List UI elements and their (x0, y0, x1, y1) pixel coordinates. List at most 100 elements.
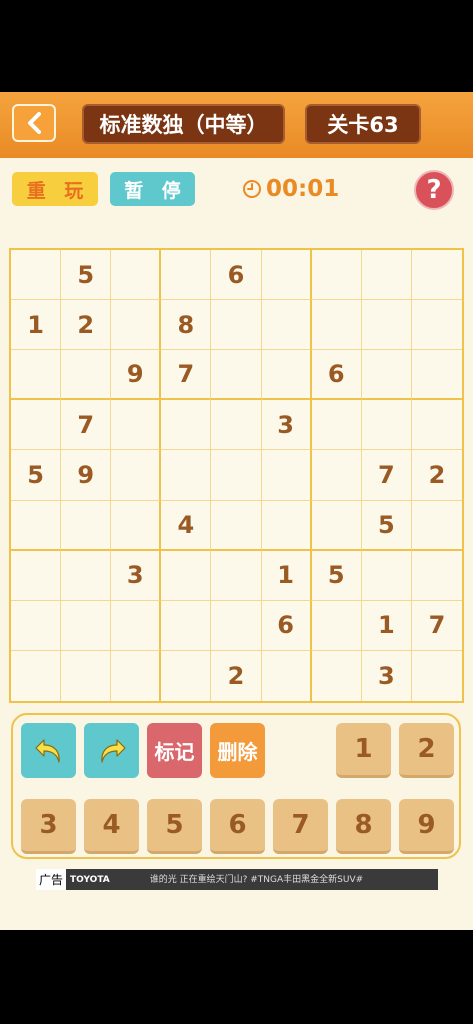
board-cell[interactable]: 2 (61, 300, 112, 351)
board-cell[interactable]: 6 (211, 250, 262, 301)
board-cell[interactable] (261, 450, 312, 501)
board-cell[interactable] (411, 501, 462, 551)
board-cell[interactable] (111, 450, 162, 501)
board-cell[interactable] (61, 350, 112, 401)
board-cell[interactable] (261, 350, 312, 401)
board-cell[interactable] (11, 250, 62, 301)
board-cell[interactable]: 5 (61, 250, 112, 301)
board-cell[interactable]: 6 (311, 350, 362, 401)
board-cell[interactable] (111, 600, 162, 651)
board-cell[interactable] (111, 400, 162, 451)
board-cell[interactable] (61, 500, 112, 551)
board-cell[interactable]: 7 (361, 450, 412, 501)
number-button-6[interactable]: 6 (210, 799, 265, 854)
board-cell[interactable] (111, 500, 162, 551)
board-cell[interactable] (311, 300, 362, 351)
board-cell[interactable] (311, 250, 362, 301)
board-cell[interactable] (161, 450, 212, 501)
board-cell[interactable] (411, 400, 462, 451)
board-cell[interactable] (211, 450, 262, 501)
board-cell[interactable] (262, 650, 312, 701)
number-button-3[interactable]: 3 (21, 799, 76, 854)
board-cell[interactable] (61, 550, 112, 601)
board-cell[interactable] (361, 300, 412, 351)
board-cell[interactable] (161, 250, 212, 301)
board-cell[interactable]: 7 (411, 601, 462, 651)
board-cell[interactable]: 1 (261, 550, 312, 601)
delete-button[interactable]: 删除 (210, 723, 265, 778)
board-cell[interactable]: 6 (261, 600, 312, 651)
board-cell[interactable] (211, 350, 262, 401)
board-cell[interactable] (261, 250, 312, 301)
board-cell[interactable]: 5 (361, 500, 412, 551)
board-cell[interactable] (312, 650, 362, 701)
board-cell[interactable] (311, 500, 362, 551)
board-cell[interactable] (411, 300, 462, 351)
board-cell[interactable]: 5 (11, 450, 62, 501)
board-cell[interactable] (211, 550, 262, 601)
board-cell[interactable]: 3 (111, 550, 162, 601)
number-button-5[interactable]: 5 (147, 799, 202, 854)
board-cell[interactable] (211, 300, 262, 351)
board-cell[interactable] (211, 600, 262, 651)
board-cell[interactable]: 9 (61, 450, 112, 501)
board-cell[interactable] (11, 500, 62, 551)
board-cell[interactable] (61, 650, 112, 701)
pause-button[interactable]: 暂 停 (110, 172, 195, 206)
board-cell[interactable] (211, 400, 262, 451)
board-cell[interactable] (161, 550, 212, 601)
board-cell[interactable]: 5 (311, 550, 362, 601)
board-cell[interactable]: 2 (411, 450, 462, 501)
back-button[interactable] (12, 104, 56, 142)
help-button[interactable]: ? (414, 170, 454, 210)
board-cell[interactable] (11, 350, 62, 401)
board-cell[interactable]: 9 (111, 350, 162, 401)
board-cell[interactable] (11, 600, 62, 651)
board-cell[interactable] (11, 550, 62, 601)
board-cell[interactable] (161, 400, 212, 451)
board-cell[interactable] (161, 600, 212, 651)
board-cell[interactable]: 7 (161, 350, 212, 401)
board-cell[interactable] (361, 550, 412, 601)
mark-button[interactable]: 标记 (147, 723, 202, 778)
number-button-7[interactable]: 7 (273, 799, 328, 854)
number-button-9[interactable]: 9 (399, 799, 454, 854)
board-cell[interactable] (261, 300, 312, 351)
board-cell[interactable] (311, 450, 362, 501)
board-cell[interactable] (411, 350, 462, 401)
undo-button[interactable] (21, 723, 76, 778)
board-cell[interactable] (411, 250, 462, 301)
number-button-1[interactable]: 1 (336, 723, 391, 778)
board-cell[interactable] (411, 551, 462, 601)
board-cell[interactable] (11, 650, 62, 701)
board-cell[interactable] (361, 350, 412, 401)
board-cell[interactable] (211, 500, 262, 551)
board-cell[interactable]: 1 (11, 300, 62, 351)
board-cell[interactable] (11, 400, 62, 451)
board-cell[interactable] (311, 400, 362, 451)
board-cell[interactable]: 3 (362, 650, 412, 701)
board-cell[interactable] (111, 250, 162, 301)
replay-button[interactable]: 重 玩 (12, 172, 98, 206)
board-cell[interactable] (61, 600, 112, 651)
number-button-8[interactable]: 8 (336, 799, 391, 854)
board-cell[interactable]: 3 (261, 400, 312, 451)
board-cell[interactable] (412, 651, 462, 701)
board-cell[interactable] (161, 650, 212, 701)
ad-banner[interactable]: 广告 TOYOTA 谁的光 正在重绘天门山? #TNGA丰田黑金全新SUV# (36, 869, 438, 890)
board-cell[interactable]: 4 (161, 500, 212, 551)
redo-button[interactable] (84, 723, 139, 778)
board-cell[interactable] (111, 650, 162, 701)
board-cell[interactable] (261, 500, 312, 551)
number-button-4[interactable]: 4 (84, 799, 139, 854)
board-cell[interactable] (361, 250, 412, 301)
board-cell[interactable]: 2 (211, 650, 262, 701)
board-cell[interactable] (361, 400, 412, 451)
board-cell[interactable] (111, 300, 162, 351)
board-cell[interactable] (311, 600, 362, 651)
board-cell[interactable]: 7 (61, 400, 112, 451)
chevron-left-icon (28, 112, 41, 134)
number-button-2[interactable]: 2 (399, 723, 454, 778)
board-cell[interactable]: 8 (161, 300, 212, 351)
board-cell[interactable]: 1 (361, 600, 412, 651)
